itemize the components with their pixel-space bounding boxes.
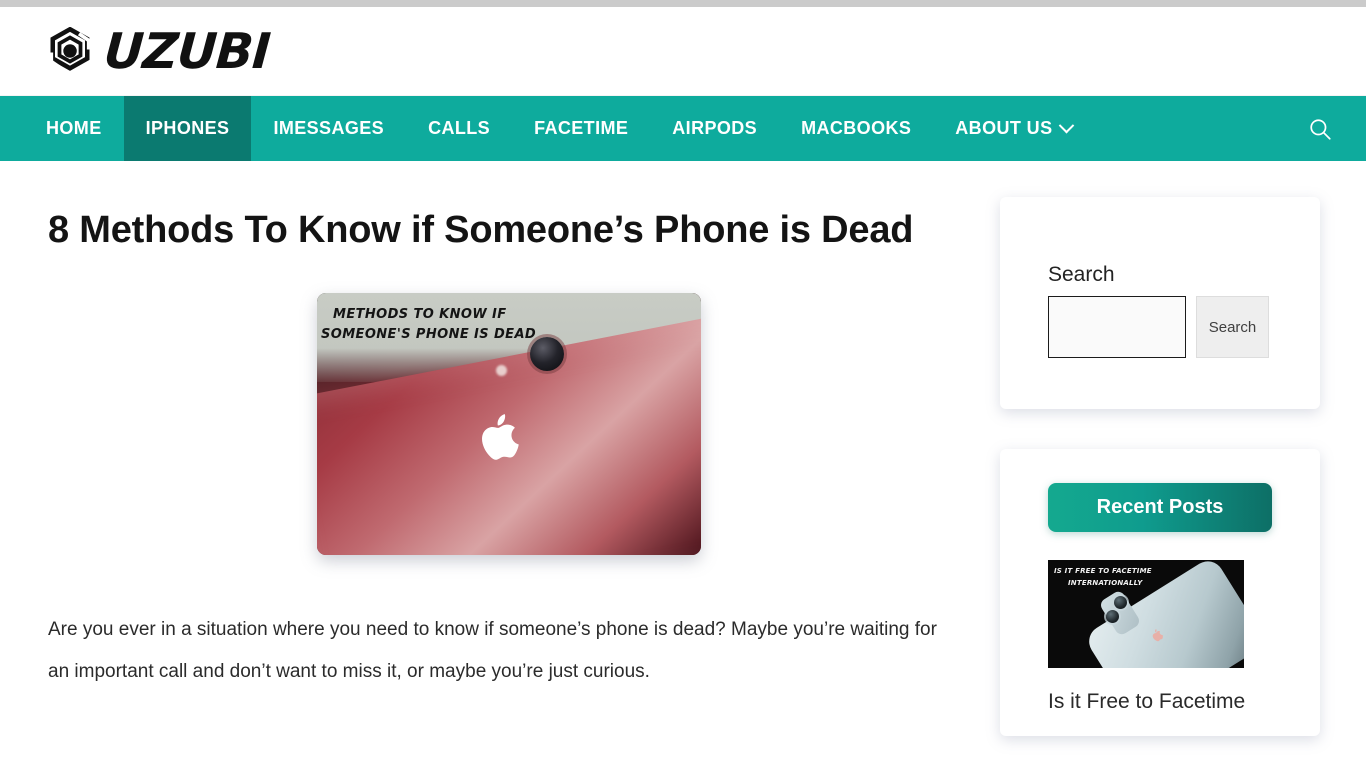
- main-content: 8 Methods To Know if Someone’s Phone is …: [0, 161, 1000, 692]
- nav-item-home[interactable]: HOME: [24, 96, 124, 161]
- search-submit-button[interactable]: Search: [1196, 296, 1269, 358]
- caption-line-2: SOMEONE'S PHONE IS DEAD: [321, 327, 537, 343]
- main-navigation: HOME IPHONES IMESSAGES CALLS FACETIME AI…: [0, 96, 1366, 161]
- logo-wordmark: UZUBI: [102, 22, 272, 80]
- article-body: Are you ever in a situation where you ne…: [48, 609, 948, 693]
- search-form: Search: [1048, 296, 1272, 358]
- list-item[interactable]: IS IT FREE TO FACETIME INTERNATIONALLY I…: [1048, 560, 1272, 716]
- nav-item-facetime[interactable]: FACETIME: [512, 96, 650, 161]
- nav-search-toggle[interactable]: [1307, 96, 1333, 161]
- site-header: UZUBI: [0, 7, 1366, 96]
- nav-item-iphones[interactable]: IPHONES: [123, 96, 252, 161]
- nav-list: HOME IPHONES IMESSAGES CALLS FACETIME AI…: [0, 96, 1094, 161]
- search-icon: [1310, 118, 1331, 140]
- search-widget: Search Search: [1000, 197, 1320, 409]
- nav-label: CALLS: [428, 118, 491, 138]
- browser-top-strip: [0, 0, 1366, 7]
- camera-lens-top-graphic: [1113, 595, 1127, 609]
- thumb-caption-line-1: IS IT FREE TO FACETIME: [1054, 567, 1152, 575]
- nav-item-calls[interactable]: CALLS: [406, 96, 512, 161]
- thumb-caption-line-2: INTERNATIONALLY: [1068, 579, 1143, 588]
- site-logo[interactable]: UZUBI: [46, 22, 272, 80]
- chevron-down-icon: [1059, 117, 1075, 134]
- search-input[interactable]: [1048, 296, 1186, 358]
- featured-image: METHODS TO KNOW IF SOMEONE'S PHONE IS DE…: [317, 292, 701, 555]
- thumbnail-caption: IS IT FREE TO FACETIME INTERNATIONALLY: [1054, 565, 1152, 590]
- recent-posts-widget: Recent Posts IS IT FREE TO FACETIME INTE…: [1000, 449, 1320, 737]
- recent-post-thumbnail[interactable]: IS IT FREE TO FACETIME INTERNATIONALLY: [1048, 560, 1244, 668]
- nav-label: AIRPODS: [672, 118, 758, 138]
- page-body: 8 Methods To Know if Someone’s Phone is …: [0, 161, 1366, 737]
- nav-item-airpods[interactable]: AIRPODS: [650, 96, 779, 161]
- nav-label: FACETIME: [534, 118, 629, 138]
- featured-image-caption: METHODS TO KNOW IF SOMEONE'S PHONE IS DE…: [321, 305, 536, 346]
- nav-item-imessages[interactable]: IMESSAGES: [251, 96, 406, 161]
- apple-logo-icon: [482, 414, 520, 460]
- nav-label: HOME: [46, 118, 102, 138]
- nav-label: IMESSAGES: [273, 118, 385, 138]
- recent-post-title[interactable]: Is it Free to Facetime: [1048, 690, 1245, 713]
- hexagon-swirl-logo-icon: [49, 27, 91, 71]
- nav-label: IPHONES: [145, 118, 230, 138]
- nav-item-macbooks[interactable]: MACBOOKS: [779, 96, 933, 161]
- nav-label: ABOUT US: [955, 118, 1053, 138]
- caption-line-1: METHODS TO KNOW IF: [333, 306, 507, 322]
- nav-item-about-us[interactable]: ABOUT US: [933, 96, 1094, 161]
- sidebar: Search Search Recent Posts IS IT FREE TO…: [1000, 161, 1366, 768]
- article-paragraph: Are you ever in a situation where you ne…: [48, 618, 937, 682]
- featured-image-figure: METHODS TO KNOW IF SOMEONE'S PHONE IS DE…: [48, 292, 970, 555]
- nav-label: MACBOOKS: [801, 118, 912, 138]
- search-widget-label: Search: [1048, 263, 1115, 286]
- page-title: 8 Methods To Know if Someone’s Phone is …: [48, 209, 914, 251]
- camera-flash-graphic: [495, 364, 507, 376]
- recent-posts-heading: Recent Posts: [1048, 483, 1272, 532]
- camera-lens-bottom-graphic: [1105, 609, 1119, 623]
